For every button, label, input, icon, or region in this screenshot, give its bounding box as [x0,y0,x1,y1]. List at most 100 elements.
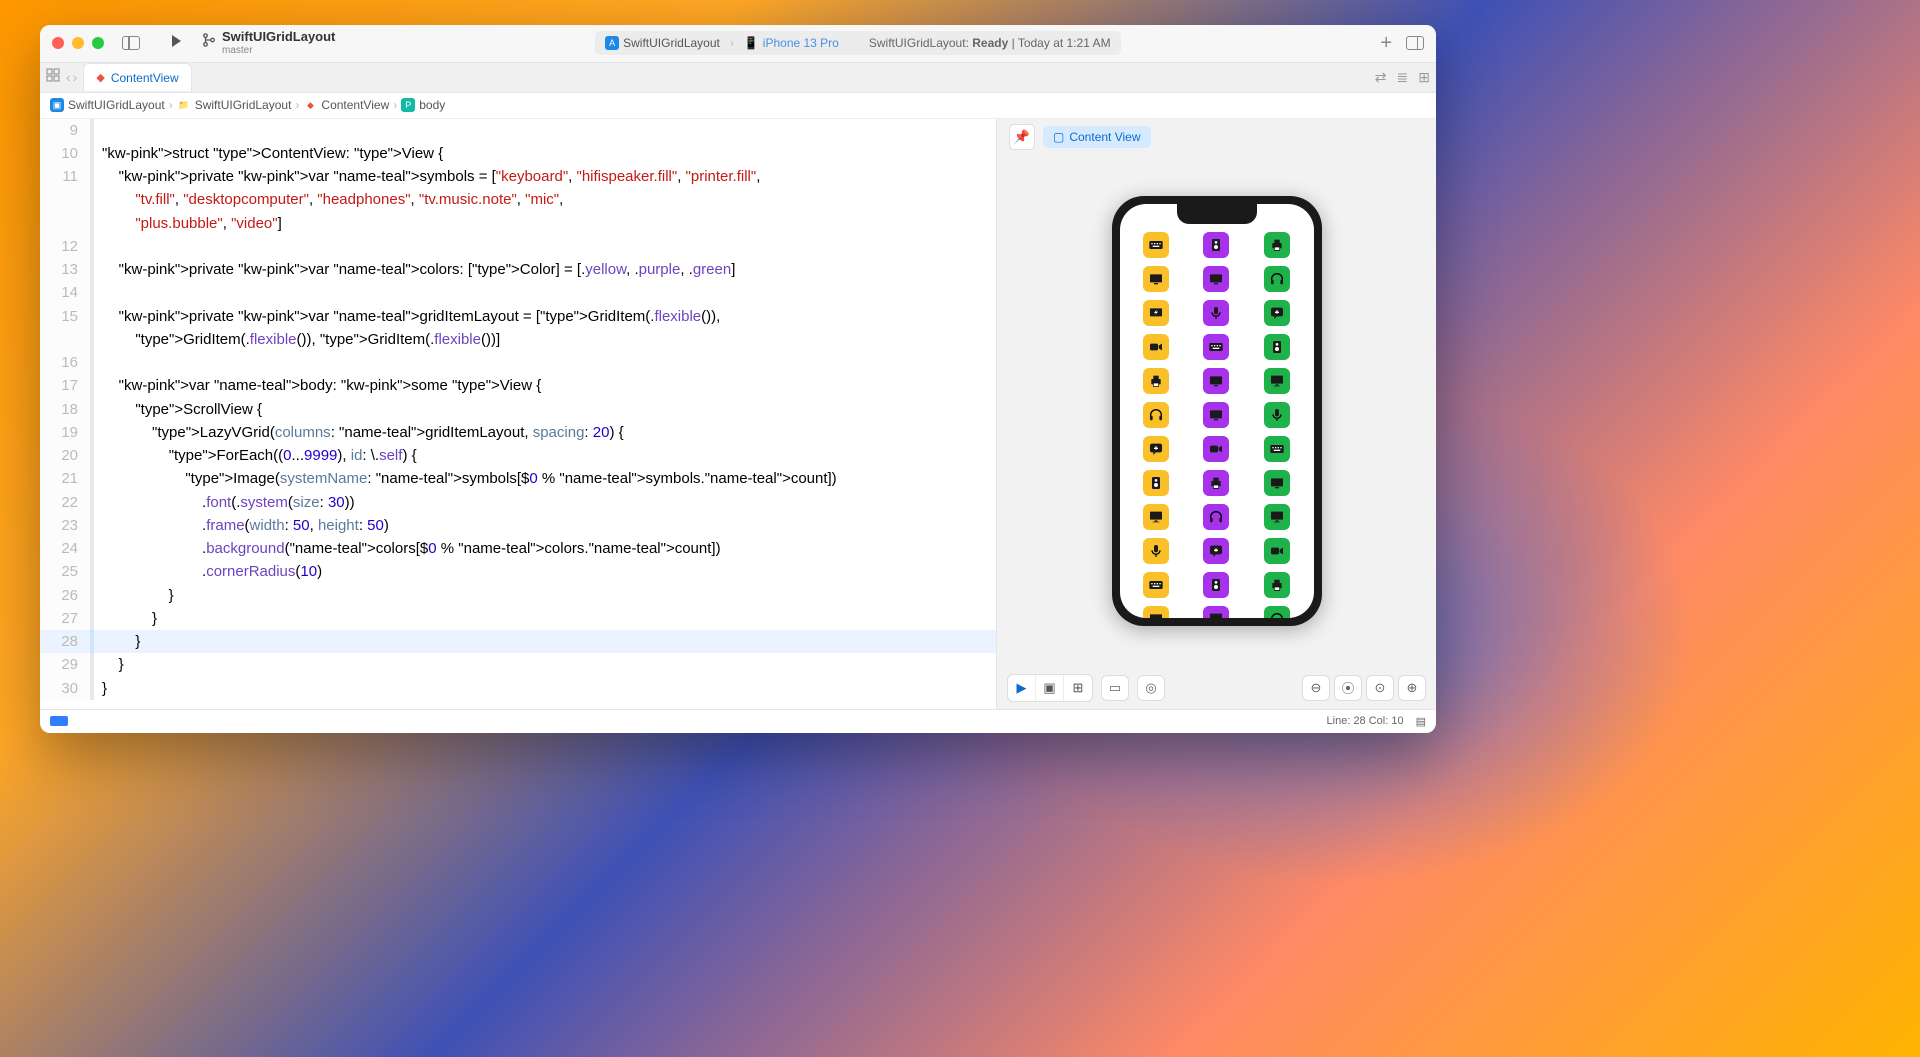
grid-tile [1203,300,1229,326]
code-line[interactable]: 25 .cornerRadius(10) [40,560,996,583]
grid-tile [1203,266,1229,292]
activity-project[interactable]: A SwiftUIGridLayout [605,36,720,50]
selectable-preview-button[interactable]: ▣ [1036,675,1064,701]
live-preview-button[interactable]: ▶ [1008,675,1036,701]
grid-tile [1143,504,1169,530]
grid-tile [1264,232,1290,258]
related-items-icon[interactable] [46,68,60,87]
code-line[interactable]: 14 [40,281,996,304]
library-button[interactable]: + [1380,32,1392,55]
grid-tile [1203,470,1229,496]
code-line[interactable]: 11 "kw-pink">private "kw-pink">var "name… [40,165,996,188]
preview-content [1120,204,1314,618]
navigator-toggle-icon[interactable] [122,36,140,50]
code-line[interactable]: 20 "type">ForEach((0...9999), id: \.self… [40,444,996,467]
chevron-right-icon: › [295,98,299,112]
inspector-toggle-icon[interactable] [1406,36,1424,50]
folder-icon: 📁 [177,98,191,112]
code-line[interactable]: 17 "kw-pink">var "name-teal">body: "kw-p… [40,374,996,397]
run-button[interactable] [168,33,184,54]
app-icon: A [605,36,619,50]
grid-tile [1264,504,1290,530]
code-line[interactable]: 19 "type">LazyVGrid(columns: "name-teal"… [40,421,996,444]
grid-tile [1203,572,1229,598]
tab-label: ContentView [111,71,179,85]
grid-tile [1264,572,1290,598]
zoom-in-button[interactable]: ⊕ [1398,675,1426,701]
canvas-viewport[interactable] [997,155,1436,667]
code-line[interactable]: 28 } [40,630,996,653]
zoom-actual-button[interactable]: ⦿ [1334,675,1362,701]
code-line[interactable]: 22 .font(.system(size: 30)) [40,491,996,514]
grid-tile [1143,436,1169,462]
zoom-out-button[interactable]: ⊖ [1302,675,1330,701]
code-line[interactable]: 26 } [40,584,996,607]
chevron-right-icon[interactable]: › [73,69,78,85]
grid-tile [1264,402,1290,428]
nav-back-forward[interactable]: ‹› [66,69,77,85]
minimap-toggle-icon[interactable]: ▤ [1416,715,1426,728]
tab-contentview[interactable]: ◆ ContentView [83,63,191,91]
preview-mode-group: ▶ ▣ ⊞ [1007,674,1093,702]
code-line[interactable]: 23 .frame(width: 50, height: 50) [40,514,996,537]
code-line[interactable]: 18 "type">ScrollView { [40,398,996,421]
chevron-right-icon: › [393,98,397,112]
code-line[interactable]: 12 [40,235,996,258]
maximize-button[interactable] [92,37,104,49]
close-button[interactable] [52,37,64,49]
minimize-button[interactable] [72,37,84,49]
activity-status: SwiftUIGridLayout: Ready | Today at 1:21… [869,36,1111,50]
breadcrumb-item[interactable]: SwiftUIGridLayout [68,98,165,112]
code-line[interactable]: 9 [40,119,996,142]
code-line[interactable]: 24 .background("name-teal">colors[$0 % "… [40,537,996,560]
add-editor-icon[interactable]: ⊞ [1418,69,1430,86]
titlebar: SwiftUIGridLayout master A SwiftUIGridLa… [40,25,1436,63]
adjust-editor-icon[interactable]: ≣ [1397,69,1409,86]
code-line[interactable]: "type">GridItem(.flexible()), "type">Gri… [40,328,996,351]
pin-preview-button[interactable]: 📌 [1009,124,1035,150]
variants-button[interactable]: ⊞ [1064,675,1092,701]
branch-icon [202,33,216,52]
jump-bar[interactable]: ▣ SwiftUIGridLayout › 📁 SwiftUIGridLayou… [40,93,1436,119]
scheme-selector[interactable]: SwiftUIGridLayout master [202,30,335,55]
scheme-branch: master [222,45,335,56]
breadcrumb-item[interactable]: ContentView [321,98,389,112]
grid-tile [1143,572,1169,598]
grid-tile [1264,300,1290,326]
code-line[interactable]: "plus.bubble", "video"] [40,212,996,235]
code-line[interactable]: 21 "type">Image(systemName: "name-teal">… [40,467,996,490]
code-line[interactable]: 27 } [40,607,996,630]
grid-tile [1203,232,1229,258]
breadcrumb-item[interactable]: body [419,98,445,112]
chevron-left-icon[interactable]: ‹ [66,69,71,85]
code-line[interactable]: 16 [40,351,996,374]
activity-viewer: A SwiftUIGridLayout › 📱 iPhone 13 Pro Sw… [345,31,1370,55]
canvas-settings-button[interactable]: ◎ [1137,675,1165,701]
grid-tile [1143,368,1169,394]
code-line[interactable]: 30} [40,677,996,700]
code-editor[interactable]: 910"kw-pink">struct "type">ContentView: … [40,119,996,709]
debug-indicator[interactable] [50,716,68,726]
code-line[interactable]: 29 } [40,653,996,676]
grid-tile [1143,266,1169,292]
swift-icon: ◆ [303,98,317,112]
grid-tile [1143,538,1169,564]
grid-tile [1264,266,1290,292]
canvas-toolbar: ▶ ▣ ⊞ ▭ ◎ ⊖ ⦿ ⊙ ⊕ [997,667,1436,709]
grid-tile [1203,334,1229,360]
code-line[interactable]: 15 "kw-pink">private "kw-pink">var "name… [40,305,996,328]
grid-tile [1264,606,1290,618]
grid-tile [1203,606,1229,618]
code-line[interactable]: 13 "kw-pink">private "kw-pink">var "name… [40,258,996,281]
device-settings-button[interactable]: ▭ [1101,675,1129,701]
grid-tile [1143,606,1169,618]
breadcrumb-item[interactable]: SwiftUIGridLayout [195,98,292,112]
grid-tile [1264,368,1290,394]
refresh-icon[interactable]: ⇄ [1375,69,1387,86]
code-line[interactable]: 10"kw-pink">struct "type">ContentView: "… [40,142,996,165]
code-line[interactable]: "tv.fill", "desktopcomputer", "headphone… [40,188,996,211]
preview-chip[interactable]: ▢ Content View [1043,126,1151,148]
activity-device[interactable]: 📱 iPhone 13 Pro [744,36,839,50]
zoom-fit-button[interactable]: ⊙ [1366,675,1394,701]
property-icon: P [401,98,415,112]
